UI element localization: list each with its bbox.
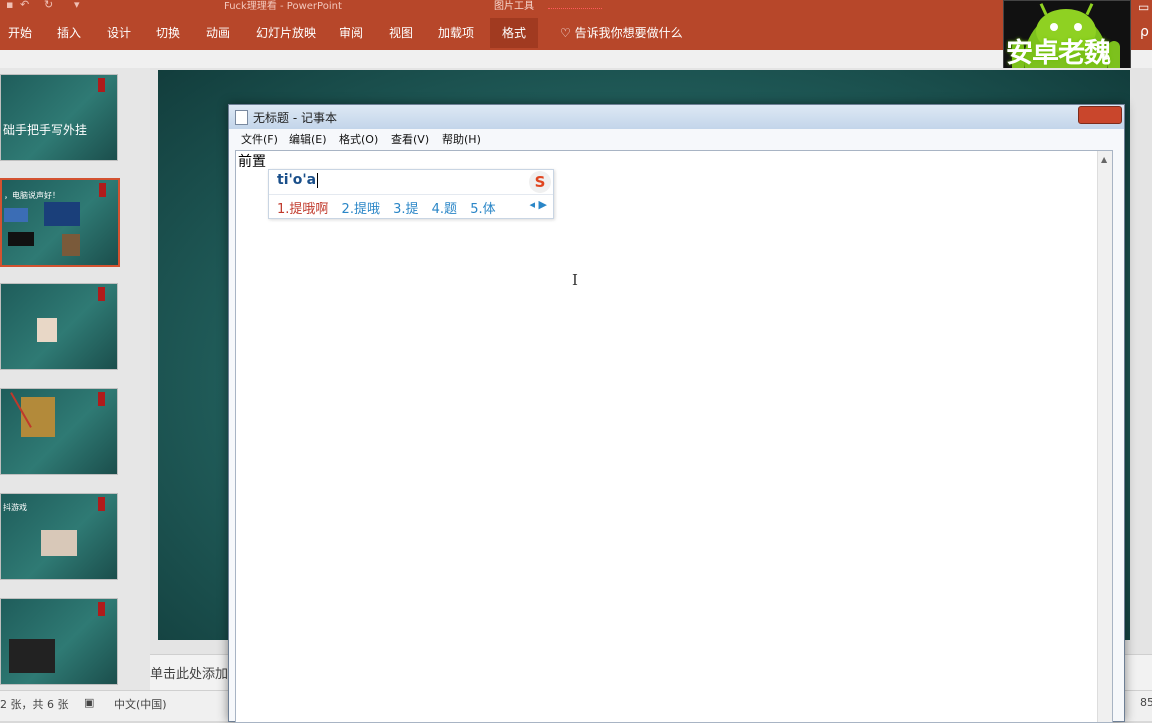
slide-thumbnail-4[interactable]	[0, 388, 118, 475]
notepad-text-area[interactable]: 前置 I ▲	[235, 150, 1113, 723]
slide-marker	[98, 497, 105, 511]
menu-help[interactable]: 帮助(H)	[442, 131, 481, 147]
search-icon[interactable]: ρ	[1140, 24, 1149, 40]
notepad-icon	[235, 110, 248, 125]
tab-transitions[interactable]: 切换	[156, 22, 180, 46]
ribbon: ▪ ↶ ↻ ▾ Fuck理理看 - PowerPoint 图片工具 开始 插入 …	[0, 0, 1152, 50]
close-button[interactable]	[1078, 106, 1122, 124]
undo-icon[interactable]: ↶	[20, 0, 29, 11]
redo-icon[interactable]: ↻	[44, 0, 53, 11]
slide-marker	[98, 287, 105, 301]
restore-icon[interactable]: ▭	[1138, 0, 1149, 14]
tab-view[interactable]: 视图	[389, 22, 413, 46]
slide-image	[44, 202, 80, 226]
ime-candidate[interactable]: 1.提哦啊	[277, 198, 328, 217]
ime-composition: ti'o'a	[277, 172, 319, 188]
ime-candidate-list: 1.提哦啊 2.提哦 3.提 4.题 5.体	[277, 198, 505, 217]
ime-candidate[interactable]: 4.题	[432, 198, 457, 217]
contextual-tools-label: 图片工具	[494, 1, 534, 12]
tell-me-text: 告诉我你想要做什么	[574, 26, 683, 40]
sogou-logo-icon: S	[529, 171, 551, 193]
customize-qat-icon[interactable]: ▾	[74, 0, 80, 11]
slide-thumbnail-2[interactable]: ，电脑说声好！	[0, 178, 120, 267]
menu-edit[interactable]: 编辑(E)	[289, 131, 327, 147]
slide-image	[8, 232, 34, 246]
tab-review[interactable]: 审阅	[339, 22, 363, 46]
ime-candidate[interactable]: 5.体	[470, 198, 495, 217]
notepad-title-bar[interactable]: 无标题 - 记事本	[229, 105, 1124, 129]
slide-title: 抖游戏	[3, 503, 27, 512]
slide-image	[41, 530, 77, 556]
window-title: Fuck理理看 - PowerPoint	[224, 1, 342, 12]
slide-image	[62, 234, 80, 256]
text-cursor-icon: I	[572, 271, 578, 289]
title-bar: ▪ ↶ ↻ ▾ Fuck理理看 - PowerPoint 图片工具	[0, 0, 1152, 12]
ime-candidate-window: ti'o'a S 1.提哦啊 2.提哦 3.提 4.题 5.体 ◂ ▶	[268, 169, 554, 219]
ime-caret	[317, 172, 319, 188]
slide-marker	[98, 602, 105, 616]
tab-format[interactable]: 格式	[490, 18, 539, 48]
slide-marker	[99, 183, 106, 197]
lightbulb-icon: ♡	[560, 26, 571, 40]
slide-image	[4, 208, 28, 222]
tab-addins[interactable]: 加载项	[438, 22, 474, 46]
scroll-up-icon[interactable]: ▲	[1101, 155, 1107, 164]
menu-format[interactable]: 格式(O)	[339, 131, 378, 147]
tab-home[interactable]: 开始	[8, 22, 32, 46]
slide-thumbnail-panel: 础手把手写外挂 ，电脑说声好！ 抖游戏	[0, 68, 150, 690]
logo-text: 安卓老魏	[1006, 38, 1111, 69]
tab-animations[interactable]: 动画	[206, 22, 230, 46]
ime-candidate[interactable]: 3.提	[393, 198, 418, 217]
ribbon-panel	[0, 50, 1152, 69]
menu-file[interactable]: 文件(F)	[241, 131, 278, 147]
notepad-title: 无标题 - 记事本	[253, 111, 337, 125]
ime-candidate[interactable]: 2.提哦	[342, 198, 380, 217]
tell-me-box[interactable]: ♡ 告诉我你想要做什么	[560, 22, 683, 44]
slide-count: 2 张，共 6 张	[0, 698, 69, 711]
ime-page-arrows-icon[interactable]: ◂ ▶	[530, 198, 547, 211]
language-indicator[interactable]: 中文(中国)	[114, 696, 167, 712]
slide-marker	[98, 392, 105, 406]
tab-slideshow[interactable]: 幻灯片放映	[256, 22, 316, 46]
slide-marker	[98, 78, 105, 92]
slide-thumbnail-3[interactable]	[0, 283, 118, 370]
slide-thumbnail-6[interactable]	[0, 598, 118, 685]
slide-thumbnail-5[interactable]: 抖游戏	[0, 493, 118, 580]
save-icon[interactable]: ▪	[6, 0, 13, 11]
tab-design[interactable]: 设计	[107, 22, 131, 46]
ime-divider	[269, 194, 553, 195]
contextual-tools-marker	[548, 0, 602, 9]
slide-title: 础手把手写外挂	[3, 123, 88, 137]
slide-image	[9, 639, 55, 673]
tab-insert[interactable]: 插入	[57, 22, 81, 46]
slide-title: ，电脑说声好！	[4, 191, 60, 200]
spellcheck-icon[interactable]: ▣	[84, 696, 94, 709]
zoom-level[interactable]: 85	[1140, 696, 1152, 709]
vertical-scrollbar[interactable]: ▲	[1097, 151, 1112, 722]
menu-view[interactable]: 查看(V)	[391, 131, 429, 147]
notepad-content: 前置	[238, 154, 266, 170]
notes-placeholder: 单击此处添加	[150, 667, 229, 682]
slide-thumbnail-1[interactable]: 础手把手写外挂	[0, 74, 118, 161]
slide-image	[37, 318, 57, 342]
ime-composition-text: ti'o'a	[277, 172, 317, 188]
